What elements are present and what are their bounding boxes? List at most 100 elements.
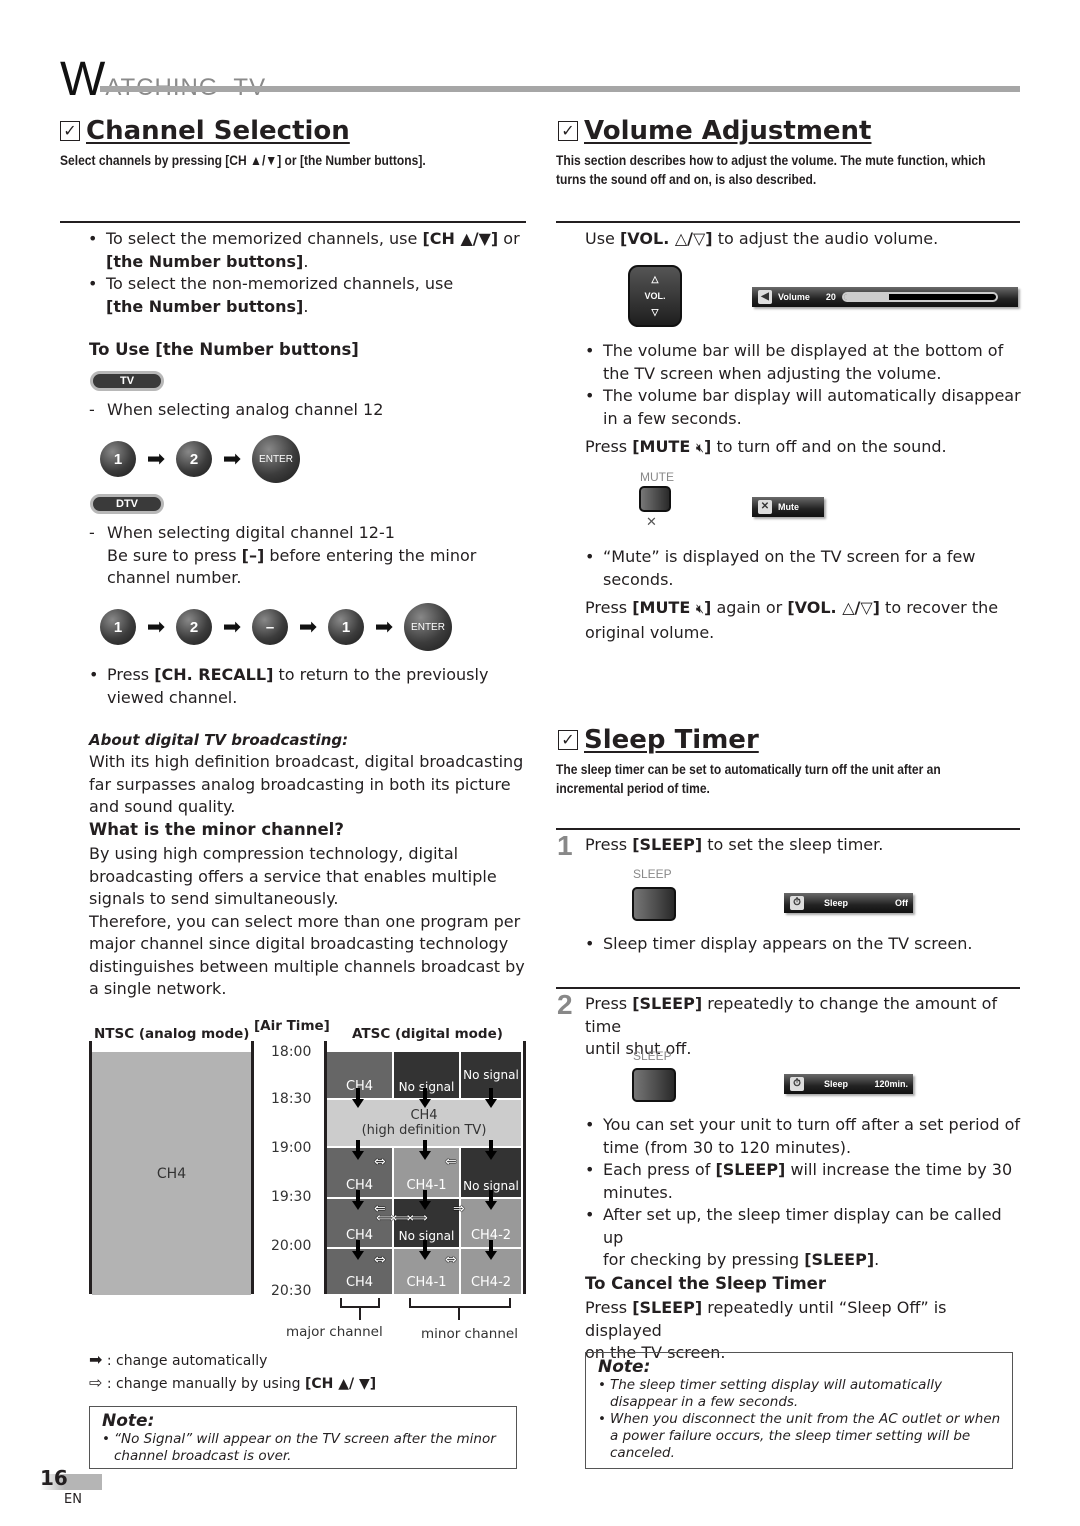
list-item: • The volume bar will be displayed at the… bbox=[585, 341, 1004, 383]
list-item: • “Mute” is displayed on the TV screen fo… bbox=[585, 547, 976, 589]
sleep-button[interactable] bbox=[632, 1068, 676, 1102]
volume-bar bbox=[841, 292, 998, 302]
auto-arrow-icon bbox=[356, 1140, 360, 1152]
volume-adjustment-heading: ✓ Volume Adjustment bbox=[558, 116, 872, 146]
sleep-caption: SLEEP bbox=[633, 1049, 672, 1063]
timer-icon: ⏱ bbox=[790, 1077, 804, 1091]
note-item: • When you disconnect the unit from the A… bbox=[598, 1411, 1001, 1461]
atsc-cell: No signal bbox=[394, 1199, 459, 1247]
atsc-cell: CH4-1 bbox=[394, 1148, 459, 1197]
note-title: Note: bbox=[102, 1411, 155, 1431]
atsc-cell: CH4-1 bbox=[394, 1249, 459, 1294]
vol-rocker-button[interactable]: △ VOL. ▽ bbox=[628, 265, 682, 327]
major-bracket bbox=[359, 1308, 361, 1320]
mute-button[interactable] bbox=[639, 486, 671, 512]
volume-osd: ◀ Volume 20 bbox=[752, 287, 1018, 307]
mute-bullet: • “Mute” is displayed on the TV screen fo… bbox=[585, 546, 1025, 591]
step2-bullets: • You can set your unit to turn off after… bbox=[585, 1114, 1025, 1272]
step-number: 1 bbox=[557, 830, 573, 861]
auto-arrow-icon bbox=[352, 1201, 364, 1210]
arrow-right-icon: ➡ bbox=[146, 614, 166, 640]
list-item: • The volume bar display will automatical… bbox=[585, 386, 1021, 428]
auto-arrow-icon bbox=[356, 1240, 360, 1252]
vol-down-icon[interactable]: ▽ bbox=[652, 307, 659, 318]
auto-arrow-icon bbox=[485, 1251, 497, 1260]
osd-label: Sleep bbox=[824, 898, 849, 908]
auto-arrow-icon bbox=[419, 1099, 431, 1108]
checkbox-icon: ✓ bbox=[60, 121, 80, 141]
step-number: 2 bbox=[557, 989, 573, 1020]
auto-arrow-icon bbox=[356, 1088, 360, 1100]
mute-x-icon: ✕ bbox=[758, 500, 772, 514]
number-2-button[interactable]: 2 bbox=[176, 441, 212, 477]
dash-button[interactable]: – bbox=[252, 609, 288, 645]
auto-arrow-icon bbox=[419, 1251, 431, 1260]
section-rule bbox=[60, 221, 526, 223]
auto-arrow-icon bbox=[352, 1151, 364, 1160]
manual-arrow-icon: ⇒ bbox=[453, 1201, 465, 1217]
arrow-right-icon: ➡ bbox=[222, 614, 242, 640]
auto-arrow-icon bbox=[489, 1088, 493, 1100]
atsc-cell: CH4 bbox=[327, 1052, 392, 1098]
speaker-icon: ◀ bbox=[758, 290, 772, 304]
vol-up-icon[interactable]: △ bbox=[652, 274, 659, 285]
ntsc-header: NTSC (analog mode) bbox=[94, 1026, 250, 1042]
legend-manual: ⇨ : change manually by using [CH ▲/ ▼] bbox=[89, 1373, 377, 1392]
number-buttons-heading: To Use [the Number buttons] bbox=[89, 340, 359, 359]
volume-bullets: • The volume bar will be displayed at the… bbox=[585, 340, 1025, 430]
recall-bullet: • Press [CH. RECALL] to return to the pre… bbox=[89, 665, 489, 707]
note-item: • “No Signal” will appear on the TV scree… bbox=[102, 1431, 496, 1464]
auto-arrow-icon bbox=[419, 1151, 431, 1160]
sleep-button[interactable] bbox=[632, 887, 676, 921]
manual-arrow-icon: ⇔ bbox=[374, 1154, 386, 1170]
divider bbox=[89, 1041, 92, 1146]
channel-selection-heading: ✓ Channel Selection bbox=[60, 116, 350, 146]
osd-value: Off bbox=[895, 898, 908, 908]
sleep-lead: The sleep timer can be set to automatica… bbox=[556, 761, 941, 796]
airtime-header: [Air Time] bbox=[254, 1018, 330, 1034]
osd-value: 120min. bbox=[874, 1079, 908, 1089]
mute-icon: 🔇︎ bbox=[695, 602, 705, 617]
minor-channel-heading: What is the minor channel? bbox=[89, 820, 344, 839]
arrow-right-icon: ➡ bbox=[298, 614, 318, 640]
number-1-button[interactable]: 1 bbox=[328, 609, 364, 645]
atsc-hd-cell: CH4 (high definition TV) bbox=[327, 1100, 521, 1146]
osd-value: 20 bbox=[825, 292, 836, 302]
number-1-button[interactable]: 1 bbox=[100, 609, 136, 645]
auto-arrow-icon bbox=[489, 1190, 493, 1202]
auto-arrow-icon bbox=[356, 1190, 360, 1202]
atsc-cell: CH4-2 bbox=[461, 1199, 521, 1247]
arrow-right-icon: ➡ bbox=[222, 446, 242, 472]
sleep-osd-120: ⏱ Sleep 120min. bbox=[784, 1074, 913, 1094]
number-2-button[interactable]: 2 bbox=[176, 609, 212, 645]
manual-arrow-icon: ⇨ bbox=[89, 1373, 103, 1392]
auto-arrow-icon bbox=[485, 1099, 497, 1108]
analog-instruction: - When selecting analog channel 12 bbox=[89, 400, 384, 419]
list-item: • After set up, the sleep timer display c… bbox=[585, 1205, 1002, 1269]
chapter-header: WATCHING TV bbox=[60, 52, 266, 107]
volume-lead: This section describes how to adjust the… bbox=[556, 152, 986, 187]
arrow-right-icon: ➡ bbox=[146, 446, 166, 472]
enter-button[interactable]: ENTER bbox=[404, 603, 452, 651]
auto-arrow-icon bbox=[423, 1088, 427, 1100]
atsc-cell: CH4 bbox=[327, 1148, 392, 1197]
auto-arrow-icon bbox=[352, 1251, 364, 1260]
checkbox-icon: ✓ bbox=[558, 730, 578, 750]
auto-arrow-icon bbox=[423, 1190, 427, 1202]
auto-arrow-icon bbox=[419, 1201, 431, 1210]
list-item: • To select the memorized channels, use [… bbox=[88, 229, 520, 271]
step1-bullet: • Sleep timer display appears on the TV s… bbox=[585, 934, 973, 953]
atsc-cell: No signal bbox=[461, 1148, 521, 1197]
atsc-cell: CH4-2 bbox=[461, 1249, 521, 1294]
time-label: 19:30 bbox=[271, 1189, 312, 1205]
number-1-button[interactable]: 1 bbox=[100, 441, 136, 477]
tv-mode-badge: TV bbox=[90, 371, 164, 391]
volume-bar-fill bbox=[843, 294, 890, 300]
list-item: • Each press of [SLEEP] will increase the… bbox=[585, 1160, 1013, 1202]
manual-arrow-icon: ⇔ bbox=[445, 1252, 457, 1268]
major-channel-label: major channel bbox=[286, 1324, 383, 1340]
atsc-cell: No signal bbox=[461, 1052, 521, 1098]
osd-label: Mute bbox=[778, 502, 799, 512]
enter-button[interactable]: ENTER bbox=[252, 435, 300, 483]
atsc-cell: No signal bbox=[394, 1052, 459, 1098]
